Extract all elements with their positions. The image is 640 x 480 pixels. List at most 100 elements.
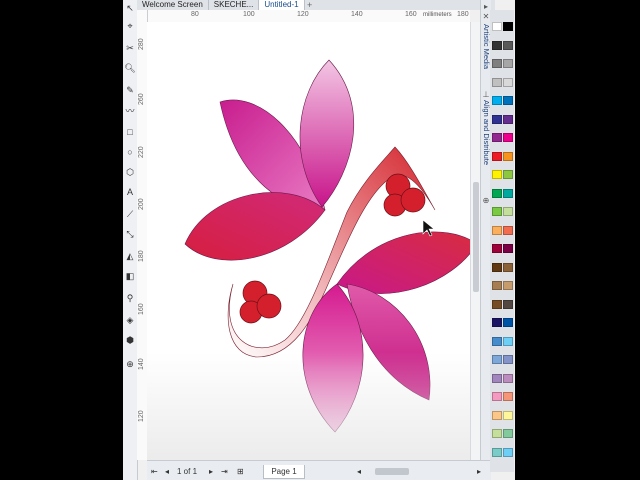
color-swatch[interactable] [503, 336, 513, 346]
color-swatch[interactable] [503, 429, 513, 438]
flower-artwork [184, 59, 470, 433]
status-bar: ⇤ ◂ 1 of 1 ▸ ⇥ ⊞ Page 1 ◂ ▸ [147, 460, 490, 480]
color-swatch[interactable] [492, 114, 502, 124]
next-page-icon[interactable]: ▸ [209, 467, 213, 477]
color-swatch[interactable] [503, 225, 513, 235]
color-swatch[interactable] [503, 392, 513, 401]
artistic-media-tool-icon[interactable]: 〰 [124, 104, 136, 116]
color-swatch[interactable] [492, 40, 502, 50]
color-swatch[interactable] [503, 207, 513, 216]
tab-untitled-1[interactable]: Untitled-1 [259, 0, 305, 10]
color-swatch[interactable] [503, 373, 513, 383]
tab-page-1[interactable]: Page 1 [263, 465, 305, 479]
color-swatch[interactable] [492, 318, 502, 327]
ruler-tick: 180 [138, 250, 145, 262]
horizontal-scroll-thumb[interactable] [375, 468, 409, 475]
pick-tool-icon[interactable]: ↖ [124, 2, 136, 14]
parallel-dimension-tool-icon[interactable]: ⟋ [124, 208, 136, 220]
ruler-tick: 180 [457, 11, 469, 18]
berry-cluster-lower[interactable] [239, 280, 282, 324]
color-swatch[interactable] [492, 336, 502, 346]
add-page-icon[interactable]: ⊞ [237, 467, 244, 477]
ellipse-tool-icon[interactable]: ○ [124, 146, 136, 158]
color-swatch[interactable] [503, 188, 513, 198]
upper-red-petal[interactable] [184, 192, 326, 261]
add-tool-icon[interactable]: ⊕ [124, 358, 136, 370]
ruler-tick: 260 [138, 93, 145, 105]
color-swatch[interactable] [492, 281, 502, 290]
color-swatch[interactable] [503, 114, 513, 124]
ruler-units: millimeters [423, 12, 452, 18]
tab-welcome-screen[interactable]: Welcome Screen [137, 0, 209, 10]
crop-tool-icon[interactable]: ✂ [124, 42, 136, 54]
color-swatch[interactable] [492, 244, 502, 253]
color-swatch[interactable] [503, 244, 513, 253]
color-swatch[interactable] [492, 355, 502, 364]
ruler-tick: 120 [297, 11, 309, 18]
scroll-left-icon[interactable]: ◂ [357, 467, 361, 477]
ruler-tick: 120 [138, 410, 145, 422]
color-swatch[interactable] [492, 373, 502, 383]
color-swatch[interactable] [503, 262, 513, 272]
color-swatch[interactable] [503, 40, 513, 50]
color-swatch[interactable] [503, 151, 513, 161]
color-swatch[interactable] [492, 429, 502, 438]
corel-draw-window: ↖ ⌖ ✂ 🔍︎ ✎ 〰 □ ○ ⬡ A ⟋ ⤡ ◭ ◧ ⚲ ◈ ⬢ ⊕ Wel… [123, 0, 515, 480]
color-swatch[interactable] [492, 151, 502, 161]
blend-tool-icon[interactable]: ◭ [124, 250, 136, 262]
interactive-fill-tool-icon[interactable]: ◈ [124, 314, 136, 326]
color-swatch[interactable] [503, 318, 513, 327]
plus-icon[interactable]: + [305, 0, 315, 10]
page-counter: 1 of 1 [177, 467, 198, 476]
color-swatch[interactable] [492, 447, 502, 457]
color-swatch[interactable] [503, 447, 513, 457]
ruler-tick: 200 [138, 198, 145, 210]
color-swatch[interactable] [492, 133, 502, 142]
last-page-icon[interactable]: ⇥ [221, 467, 228, 477]
color-swatch[interactable] [492, 262, 502, 272]
text-tool-icon[interactable]: A [124, 186, 136, 198]
color-swatch[interactable] [503, 281, 513, 290]
color-swatch[interactable] [492, 392, 502, 401]
color-swatch[interactable] [492, 59, 502, 68]
drawing-canvas[interactable] [147, 22, 470, 460]
ruler-tick: 160 [138, 303, 145, 315]
color-swatch[interactable] [492, 299, 502, 309]
toolbox: ↖ ⌖ ✂ 🔍︎ ✎ 〰 □ ○ ⬡ A ⟋ ⤡ ◭ ◧ ⚲ ◈ ⬢ ⊕ [123, 0, 138, 480]
eyedropper-tool-icon[interactable]: ⚲ [124, 292, 136, 304]
color-swatch[interactable] [492, 188, 502, 198]
berry-cluster-upper[interactable] [383, 173, 426, 217]
first-page-icon[interactable]: ⇤ [151, 467, 158, 477]
color-swatch[interactable] [503, 59, 513, 68]
color-swatch[interactable] [492, 22, 502, 31]
color-swatch[interactable] [492, 170, 502, 179]
lower-red-petal[interactable] [336, 231, 470, 294]
previous-page-icon[interactable]: ◂ [165, 467, 169, 477]
smart-fill-tool-icon[interactable]: ⬢ [124, 334, 136, 346]
ruler-tick: 80 [191, 11, 199, 18]
connector-tool-icon[interactable]: ⤡ [124, 228, 136, 240]
shape-tool-icon[interactable]: ⌖ [124, 20, 136, 32]
scroll-right-icon[interactable]: ▸ [477, 467, 481, 477]
document-tabs: Welcome Screen SKECHE... Untitled-1 + [137, 0, 495, 10]
color-swatch[interactable] [503, 299, 513, 309]
color-swatch[interactable] [503, 77, 513, 87]
color-swatch[interactable] [492, 77, 502, 87]
color-swatch[interactable] [492, 410, 502, 420]
color-swatch[interactable] [492, 207, 502, 216]
rectangle-tool-icon[interactable]: □ [124, 126, 136, 138]
color-swatch[interactable] [503, 133, 513, 142]
zoom-tool-icon[interactable]: 🔍︎ [124, 62, 136, 74]
transparency-tool-icon[interactable]: ◧ [124, 270, 136, 282]
color-swatch[interactable] [503, 96, 513, 105]
tab-skeche[interactable]: SKECHE... [209, 0, 260, 10]
vertical-scroll-thumb[interactable] [473, 182, 479, 292]
freehand-tool-icon[interactable]: ✎ [124, 84, 136, 96]
color-swatch[interactable] [503, 22, 513, 31]
polygon-tool-icon[interactable]: ⬡ [124, 166, 136, 178]
color-swatch[interactable] [503, 410, 513, 420]
color-swatch[interactable] [503, 355, 513, 364]
color-swatch[interactable] [503, 170, 513, 179]
color-swatch[interactable] [492, 225, 502, 235]
color-swatch[interactable] [492, 96, 502, 105]
